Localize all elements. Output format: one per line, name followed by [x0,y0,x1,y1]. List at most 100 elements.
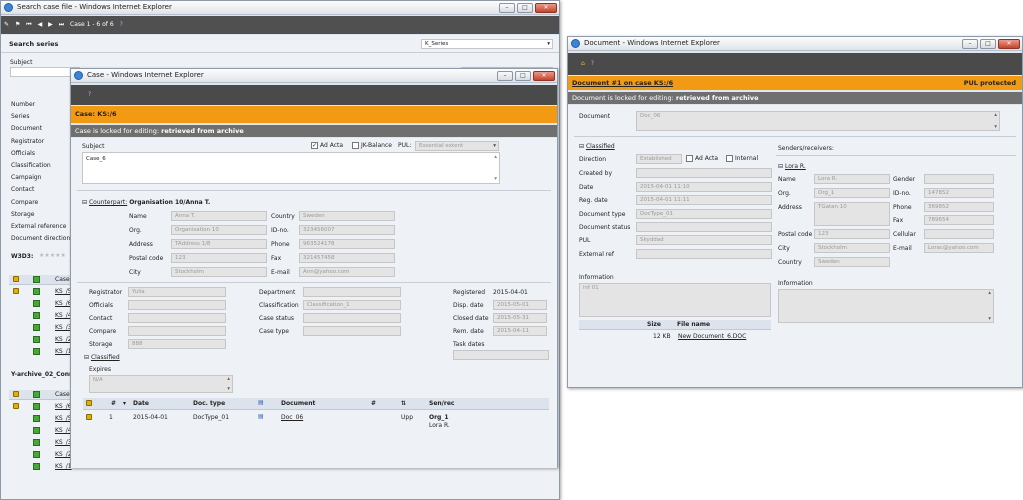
scroll-down-icon[interactable]: ▾ [494,175,497,183]
sr-email-field[interactable]: Lorac@yahoo.com [924,243,994,253]
classified-heading[interactable]: ⊟ Classified [579,143,615,150]
task-dates-field[interactable] [453,350,549,360]
maximize-button[interactable]: □ [980,39,996,49]
internal-checkbox[interactable]: Internal [726,155,758,162]
external-ref-field[interactable] [636,249,772,259]
sr-address-field[interactable]: TGatan 10 [814,202,890,226]
created-by-field[interactable] [636,168,772,178]
sr-information-textarea[interactable]: ▴ ▾ [778,289,994,323]
doc-type-field[interactable]: DocType_01 [636,209,772,219]
edit-icon[interactable]: ✎ [4,21,9,28]
list-item[interactable]: KS_/4 [9,426,73,436]
date-field[interactable]: 2015-04-01 11:10 [636,182,772,192]
reg-date-field[interactable]: 2015-04-01 11:11 [636,195,772,205]
prev-icon[interactable]: ◀ [38,21,43,28]
sr-postal-field[interactable]: 123 [814,229,890,239]
minimize-button[interactable]: – [499,3,515,13]
scroll-up-icon[interactable]: ▴ [227,376,230,383]
th-date[interactable]: Date [133,400,149,407]
th-hash[interactable]: # [371,400,376,407]
document-window-titlebar[interactable]: Document - Windows Internet Explorer – □… [568,37,1022,51]
sr-name-field[interactable]: Lora R. [814,174,890,184]
scan-icon[interactable]: ▤ [258,413,264,420]
cp-email-field[interactable]: Ann@yahoo.com [299,267,395,277]
list-item[interactable]: KS_/2 [9,335,73,345]
scroll-up-icon[interactable]: ▴ [988,290,991,297]
close-button[interactable]: ✕ [535,3,557,13]
file-name-link[interactable]: New Document_6.DOC [678,333,746,340]
th-file-name[interactable]: File name [677,321,710,328]
close-button[interactable]: ✕ [998,39,1020,49]
th-size[interactable]: Size [647,321,661,328]
table-row[interactable]: 1 2015-04-01 DocType_01 ▤ Doc_06 Upp Org… [83,412,549,432]
scroll-down-icon[interactable]: ▾ [227,385,230,392]
minimize-button[interactable]: – [497,71,513,81]
officials-field[interactable] [128,300,226,310]
rem-date-field[interactable]: 2015-04-11 [493,326,547,336]
list-item[interactable]: KS_/5 [9,287,73,297]
sr-phone-field[interactable]: 369852 [924,202,994,212]
th-number[interactable]: # [111,400,116,407]
information-textarea[interactable]: inf 01 [579,283,771,317]
document-textarea[interactable]: Doc_06 ▴ ▾ [636,111,1000,131]
sr-id-field[interactable]: 147852 [924,188,994,198]
row-document-link[interactable]: Doc_06 [281,414,303,421]
contact-field[interactable] [128,313,226,323]
first-icon[interactable]: ⏮ [26,21,31,28]
maximize-button[interactable]: □ [517,3,533,13]
department-field[interactable] [303,287,401,297]
pul-field[interactable]: Skyddad [636,235,772,245]
disp-date-field[interactable]: 2015-05-01 [493,300,547,310]
cp-country-field[interactable]: Sweden [299,211,395,221]
cp-org-field[interactable]: Organisation 10 [171,225,267,235]
case-window-titlebar[interactable]: Case - Windows Internet Explorer – □ ✕ [71,69,557,83]
th-document[interactable]: Document [281,400,315,407]
doc-status-field[interactable] [636,222,772,232]
cp-city-field[interactable]: Stockholm [171,267,267,277]
subject-textarea[interactable]: Case_6 ▴ ▾ [82,152,500,184]
collapse-icon[interactable]: ⊟ [84,354,89,361]
close-button[interactable]: ✕ [533,71,555,81]
series-select[interactable]: K_Series ▾ [421,39,553,49]
file-row[interactable]: 12 KB New Document_6.DOC [579,333,771,343]
closed-date-field[interactable]: 2015-05-31 [493,313,547,323]
direction-field[interactable]: Established [636,154,682,164]
th-doc-type[interactable]: Doc. type [193,400,225,407]
sr-cell-field[interactable] [924,229,994,239]
registrator-field[interactable]: Yulia [128,287,226,297]
storage-field[interactable]: 888 [128,339,226,349]
home-icon[interactable]: ⌂ [571,60,585,67]
list-item[interactable]: KS_/1 [9,462,73,472]
cp-fax-field[interactable]: 321457458 [299,253,395,263]
pul-select[interactable]: Essential extent ▾ [415,141,499,151]
case-header[interactable]: Case [55,276,70,283]
maximize-button[interactable]: □ [515,71,531,81]
sender-heading[interactable]: ⊟ Lora R. [778,163,806,170]
cp-name-field[interactable]: Anna T. [171,211,267,221]
cp-phone-field[interactable]: 963524178 [299,239,395,249]
classification-field[interactable]: Classification_1 [303,300,401,310]
cp-address-field[interactable]: TAddress 1/8 [171,239,267,249]
list-item[interactable]: KS_/5 [9,414,73,424]
list-item[interactable]: KS_/1 [9,347,73,357]
sr-fax-field[interactable]: 789654 [924,215,994,225]
search-window-titlebar[interactable]: Search case file - Windows Internet Expl… [1,1,559,15]
scroll-down-icon[interactable]: ▾ [994,123,997,130]
ad-acta-checkbox[interactable]: Ad Acta [686,155,718,162]
case-header[interactable]: Case [55,391,70,398]
list-item[interactable]: KS_/6 [9,299,73,309]
list-item[interactable]: KS_/2 [9,450,73,460]
cp-postal-field[interactable]: 123 [171,253,267,263]
th-sen-rec[interactable]: Sen/rec [429,400,454,407]
compare-field[interactable] [128,326,226,336]
collapse-icon[interactable]: ⊟ [778,163,783,170]
sr-country-field[interactable]: Sweden [814,257,890,267]
last-icon[interactable]: ⏭ [59,21,64,28]
document-header-link[interactable]: Document #1 on case KS:/6 [572,79,673,87]
case-status-field[interactable] [303,313,401,323]
help-icon[interactable]: ? [120,21,123,28]
cp-id-field[interactable]: 323456007 [299,225,395,235]
scroll-up-icon[interactable]: ▴ [494,153,497,161]
jk-balance-checkbox[interactable]: JK-Balance [352,142,392,149]
scroll-down-icon[interactable]: ▾ [988,315,991,322]
